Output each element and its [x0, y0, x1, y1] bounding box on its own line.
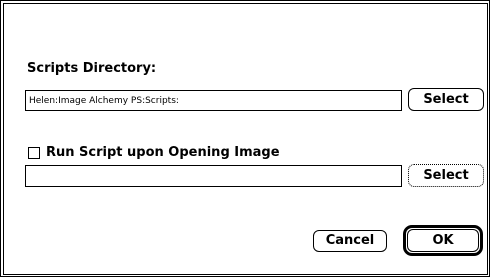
run-script-checkbox[interactable] [28, 147, 40, 159]
run-script-label[interactable]: Run Script upon Opening Image [46, 145, 280, 161]
ok-button[interactable]: OK [407, 229, 479, 252]
cancel-button[interactable]: Cancel [313, 230, 387, 252]
scripts-directory-field[interactable]: Helen:Image Alchemy PS:Scripts: [25, 90, 402, 111]
scripts-directory-select-button[interactable]: Select [408, 88, 484, 111]
scripts-dialog: Scripts Directory: Helen:Image Alchemy P… [0, 0, 490, 277]
run-script-path-field[interactable] [25, 165, 402, 187]
run-script-select-button[interactable]: Select [408, 164, 484, 187]
scripts-directory-label: Scripts Directory: [27, 61, 157, 76]
